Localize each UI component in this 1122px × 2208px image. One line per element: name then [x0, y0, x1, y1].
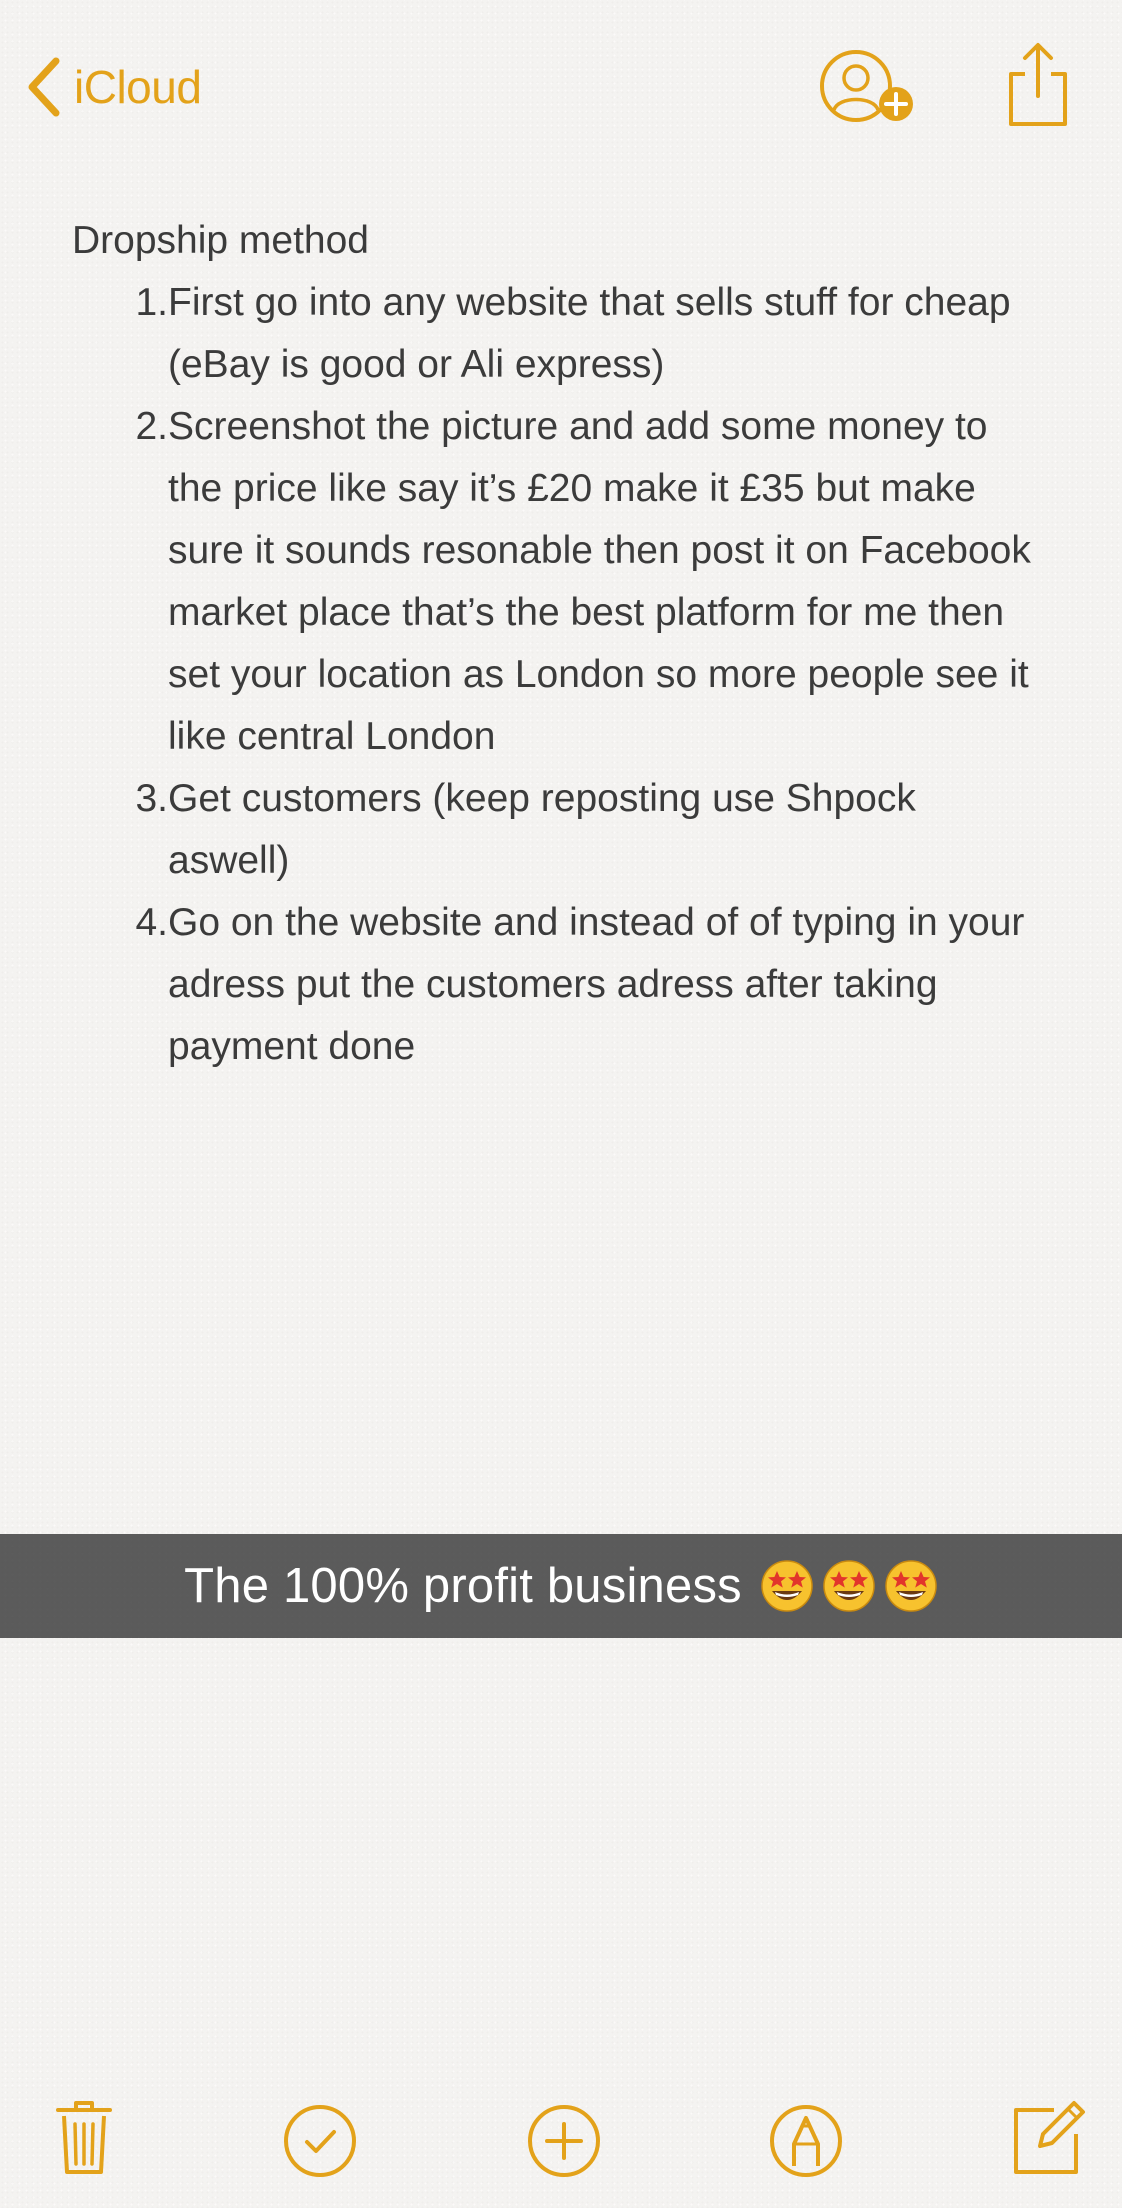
- step-number: 4.: [135, 901, 168, 944]
- checklist-icon: [284, 2105, 356, 2177]
- add-person-icon: [820, 50, 913, 122]
- back-button[interactable]: iCloud: [26, 52, 202, 122]
- compose-icon: [1014, 2101, 1085, 2174]
- list-item: 1. First go into any website that sells …: [72, 272, 1072, 396]
- list-item: 2. Screenshot the picture and add some m…: [72, 396, 1072, 768]
- trash-icon: [56, 2101, 112, 2174]
- star-struck-emoji-icon: [761, 1560, 813, 1612]
- back-button-label: iCloud: [74, 61, 202, 113]
- markup-button[interactable]: [769, 2104, 843, 2178]
- compose-button[interactable]: [1010, 2088, 1086, 2178]
- share-button[interactable]: [1005, 40, 1071, 130]
- navigation-bar: iCloud: [0, 0, 1122, 180]
- add-icon: [528, 2105, 600, 2177]
- step-number: 2.: [135, 405, 168, 448]
- caption-banner: The 100% profit business: [0, 1534, 1122, 1638]
- emoji-row: [760, 1559, 938, 1613]
- step-text: Get customers (keep reposting use Shpock…: [168, 777, 916, 882]
- step-text: First go into any website that sells stu…: [168, 281, 1011, 386]
- markup-icon: [770, 2105, 842, 2177]
- step-list: 1. First go into any website that sells …: [72, 272, 1072, 1078]
- add-button[interactable]: [527, 2104, 601, 2178]
- list-item: 4. Go on the website and instead of of t…: [72, 892, 1072, 1078]
- add-person-button[interactable]: [818, 44, 918, 134]
- list-item: 3. Get customers (keep reposting use Shp…: [72, 768, 1072, 892]
- step-number: 3.: [135, 777, 168, 820]
- delete-button[interactable]: [56, 2098, 112, 2178]
- step-number: 1.: [135, 281, 168, 324]
- step-text: Go on the website and instead of of typi…: [168, 901, 1025, 1068]
- share-icon: [1009, 43, 1067, 126]
- chevron-left-icon: [26, 55, 62, 119]
- note-title: Dropship method: [72, 219, 369, 262]
- note-body[interactable]: Dropship method 1. First go into any web…: [72, 210, 1072, 1078]
- checklist-button[interactable]: [283, 2104, 357, 2178]
- caption-text: The 100% profit business: [184, 1559, 742, 1613]
- star-struck-emoji-icon: [885, 1560, 937, 1612]
- star-struck-emoji-icon: [823, 1560, 875, 1612]
- bottom-toolbar: [0, 2098, 1122, 2198]
- step-text: Screenshot the picture and add some mone…: [168, 405, 1031, 758]
